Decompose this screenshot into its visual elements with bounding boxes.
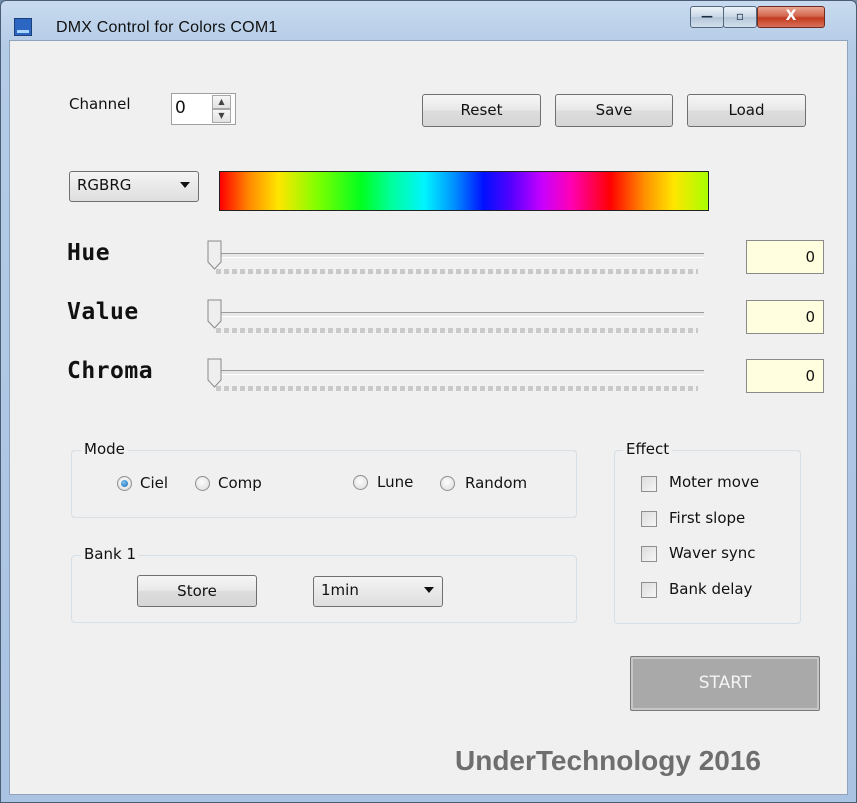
hue-label: Hue — [67, 240, 111, 266]
checkbox-bank-delay-label: Bank delay — [669, 580, 753, 598]
radio-lune-label: Lune — [377, 473, 414, 491]
store-button[interactable]: Store — [137, 575, 257, 607]
checkbox-moter-move-label: Moter move — [669, 473, 760, 491]
start-button[interactable]: START — [630, 656, 820, 711]
channel-value: 0 — [175, 98, 186, 118]
checkbox-moter-move[interactable] — [641, 476, 657, 492]
value-slider-ticks — [216, 328, 698, 333]
radio-comp-label: Comp — [218, 474, 262, 492]
checkbox-first-slope[interactable] — [641, 511, 657, 527]
hue-value-field[interactable]: 0 — [746, 240, 824, 274]
hue-slider-thumb[interactable] — [207, 240, 222, 270]
chroma-slider-ticks — [216, 386, 698, 391]
value-value-field[interactable]: 0 — [746, 300, 824, 334]
maximize-button[interactable]: ▫ — [723, 6, 757, 28]
checkbox-first-slope-label: First slope — [669, 509, 746, 527]
hue-slider-ticks — [216, 269, 698, 274]
save-button[interactable]: Save — [555, 94, 673, 127]
value-slider-thumb[interactable] — [207, 299, 222, 329]
minimize-button[interactable]: — — [690, 6, 724, 28]
radio-ciel[interactable] — [117, 476, 132, 491]
checkbox-waver-sync-label: Waver sync — [669, 544, 756, 562]
radio-comp[interactable] — [195, 476, 210, 491]
checkbox-bank-delay[interactable] — [641, 582, 657, 598]
close-icon: X — [785, 8, 797, 24]
palette-select[interactable]: RGBRG — [69, 171, 199, 202]
save-button-label: Save — [595, 101, 633, 119]
chroma-slider-thumb[interactable] — [207, 358, 222, 388]
load-button-label: Load — [728, 101, 765, 119]
chroma-slider-track[interactable] — [214, 370, 704, 375]
radio-random[interactable] — [440, 476, 455, 491]
checkbox-waver-sync[interactable] — [641, 546, 657, 562]
reset-button[interactable]: Reset — [422, 94, 541, 127]
value-label: Value — [67, 299, 139, 325]
close-button[interactable]: X — [757, 6, 825, 28]
maximize-icon: ▫ — [735, 9, 745, 23]
radio-random-label: Random — [465, 474, 528, 492]
radio-lune[interactable] — [353, 475, 368, 490]
mode-group-title: Mode — [81, 440, 128, 458]
window-title: DMX Control for Colors COM1 — [56, 19, 278, 36]
minimize-icon: — — [701, 9, 713, 23]
effect-group-title: Effect — [623, 440, 673, 458]
interval-select-value: 1min — [321, 581, 359, 599]
interval-select[interactable]: 1min — [313, 576, 443, 607]
value-slider-track[interactable] — [214, 312, 704, 317]
chroma-value-field[interactable]: 0 — [746, 359, 824, 393]
load-button[interactable]: Load — [687, 94, 806, 127]
color-spectrum-bar — [219, 171, 709, 211]
spin-down-icon[interactable]: ▼ — [212, 109, 231, 123]
app-icon — [14, 18, 32, 36]
chevron-down-icon — [424, 587, 434, 593]
channel-label: Channel — [69, 95, 131, 113]
reset-button-label: Reset — [460, 101, 503, 119]
chroma-label: Chroma — [67, 358, 154, 384]
hue-slider-track[interactable] — [214, 253, 704, 258]
palette-select-value: RGBRG — [77, 176, 132, 194]
store-button-label: Store — [177, 582, 217, 600]
chevron-down-icon — [180, 182, 190, 188]
brand-label: UnderTechnology 2016 — [455, 745, 762, 776]
spin-up-icon[interactable]: ▲ — [212, 95, 231, 109]
radio-ciel-label: Ciel — [140, 474, 169, 492]
bank-group-title: Bank 1 — [81, 545, 139, 563]
